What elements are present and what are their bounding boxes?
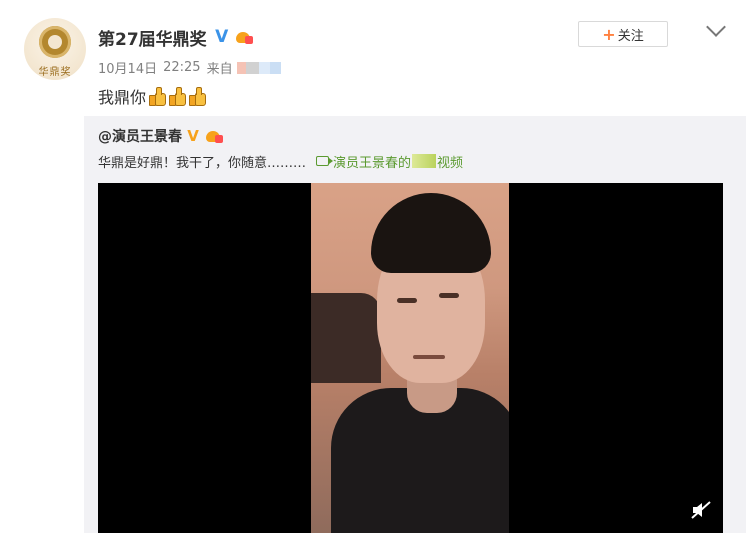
video-link-suffix[interactable]: 视频 [437, 152, 463, 171]
author-name-row: 第27届华鼎奖 V [98, 25, 254, 50]
thumbs-up-icon [187, 87, 207, 106]
post-source-label: 来自 [206, 62, 233, 77]
video-link[interactable]: 演员王景春的 视频 [316, 152, 463, 171]
repost-body: 华鼎是好鼎！我干了，你随意……… [98, 155, 307, 171]
crown-member-icon[interactable] [204, 127, 224, 145]
video-player[interactable] [98, 183, 723, 533]
logo-emblem-icon [39, 26, 71, 58]
post-text: 我鼎你 [98, 86, 207, 107]
repost-author-name[interactable]: @演员王景春 [98, 126, 182, 146]
plus-icon: + [602, 24, 616, 44]
thumbs-up-icon [167, 87, 187, 106]
author-name[interactable]: 第27届华鼎奖 [98, 25, 207, 50]
video-link-blurred[interactable] [412, 154, 437, 168]
verified-v-icon[interactable]: V [212, 28, 231, 46]
video-frame[interactable] [311, 183, 509, 533]
verified-v-icon[interactable]: V [185, 128, 201, 144]
video-camera-icon [316, 156, 334, 166]
crown-member-icon[interactable] [234, 28, 254, 46]
post-time[interactable]: 22:25 [163, 60, 200, 75]
author-avatar[interactable]: 华鼎奖 [24, 18, 86, 80]
mute-icon[interactable] [690, 500, 712, 520]
chevron-down-icon[interactable] [706, 17, 726, 37]
avatar-logo-text: 华鼎奖 [38, 67, 72, 78]
video-link-prefix[interactable]: 演员王景春的 [333, 152, 411, 171]
post-date[interactable]: 10月14日 [98, 58, 157, 77]
repost-author-row: @演员王景春 V [98, 126, 224, 146]
follow-button[interactable]: + 关注 [578, 21, 668, 47]
repost-text-row: 华鼎是好鼎！我干了，你随意……… 演员王景春的 视频 [98, 152, 463, 171]
thumbs-up-icon [147, 87, 167, 106]
post-source-blurred[interactable] [236, 61, 281, 74]
post-body: 我鼎你 [98, 88, 147, 107]
post-meta: 10月14日 22:25 来自 [98, 58, 281, 77]
repost-card: @演员王景春 V 华鼎是好鼎！我干了，你随意……… 演员王景春的 视频 [84, 116, 746, 533]
follow-label: 关注 [617, 28, 644, 44]
